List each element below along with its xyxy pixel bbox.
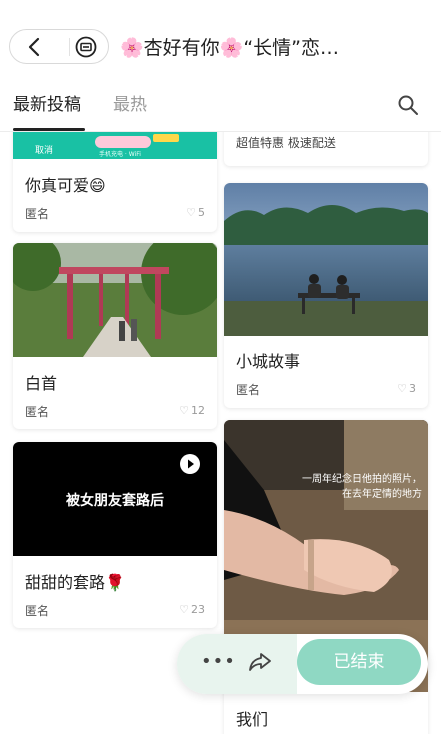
tab-latest[interactable]: 最新投稿	[13, 94, 81, 116]
nav-capsule	[9, 29, 109, 64]
card-title: 我们	[236, 710, 269, 729]
card-cover-image	[224, 183, 428, 336]
card-cover-image	[13, 243, 217, 357]
card-title: 白首	[25, 374, 58, 393]
card-banner-image: 取消 手机充电 · WiFi	[13, 132, 217, 159]
home-icon[interactable]	[74, 36, 98, 58]
search-icon[interactable]	[397, 94, 419, 116]
like-count: 3	[409, 382, 416, 395]
action-pill-bg	[177, 634, 297, 694]
post-card[interactable]: 超值特惠 极速配送	[224, 132, 428, 166]
card-title: 你真可爱😄	[25, 176, 106, 195]
page-title: 🌸杏好有你🌸“长情”恋…	[120, 37, 340, 59]
card-likes: ♡ 3	[397, 382, 416, 395]
card-likes: ♡ 12	[179, 404, 205, 417]
video-caption: 被女朋友套路后	[66, 493, 164, 509]
ended-button[interactable]: 已结束	[297, 639, 421, 685]
card-author: 匿名	[25, 604, 50, 618]
page: 🌸杏好有你🌸“长情”恋… 最新投稿 最热 取消 手机充电 · WiFi 你真可爱…	[0, 0, 441, 734]
banner-pig-graphic	[95, 136, 151, 148]
post-card[interactable]: 白首 匿名 ♡ 12	[13, 243, 217, 429]
post-card[interactable]: 取消 手机充电 · WiFi 你真可爱😄 匿名 ♡ 5	[13, 132, 217, 232]
header: 🌸杏好有你🌸“长情”恋…	[0, 0, 441, 88]
card-likes: ♡ 5	[186, 206, 205, 219]
banner-caption: 手机充电 · WiFi	[99, 151, 141, 158]
share-icon[interactable]	[246, 648, 274, 676]
card-author: 匿名	[25, 405, 50, 419]
photo-caption: 一周年纪念日他拍的照片，在去年定情的地方	[302, 474, 422, 500]
post-card[interactable]: 被女朋友套路后 甜甜的套路🌹 匿名 ♡ 23	[13, 442, 217, 628]
tab-bar: 最新投稿 最热	[0, 88, 441, 131]
card-title: 超值特惠 极速配送	[236, 136, 336, 150]
banner-badge	[153, 134, 179, 142]
heart-icon: ♡	[186, 206, 196, 219]
card-video-cover: 被女朋友套路后	[13, 442, 217, 556]
banner-cancel-label: 取消	[35, 146, 54, 156]
like-count: 23	[191, 603, 205, 616]
more-button[interactable]: •••	[201, 650, 235, 674]
card-title: 甜甜的套路🌹	[25, 573, 125, 592]
heart-icon: ♡	[179, 404, 189, 417]
heart-icon: ♡	[397, 382, 407, 395]
card-author: 匿名	[25, 207, 50, 221]
capsule-divider	[69, 38, 70, 56]
like-count: 12	[191, 404, 205, 417]
card-author: 匿名	[236, 383, 261, 397]
like-count: 5	[198, 206, 205, 219]
heart-icon: ♡	[179, 603, 189, 616]
post-card[interactable]: 小城故事 匿名 ♡ 3	[224, 183, 428, 408]
play-icon[interactable]	[180, 454, 200, 474]
card-title: 小城故事	[236, 352, 301, 371]
card-likes: ♡ 23	[179, 603, 205, 616]
tab-hot[interactable]: 最热	[113, 94, 147, 116]
back-icon[interactable]	[24, 36, 46, 58]
